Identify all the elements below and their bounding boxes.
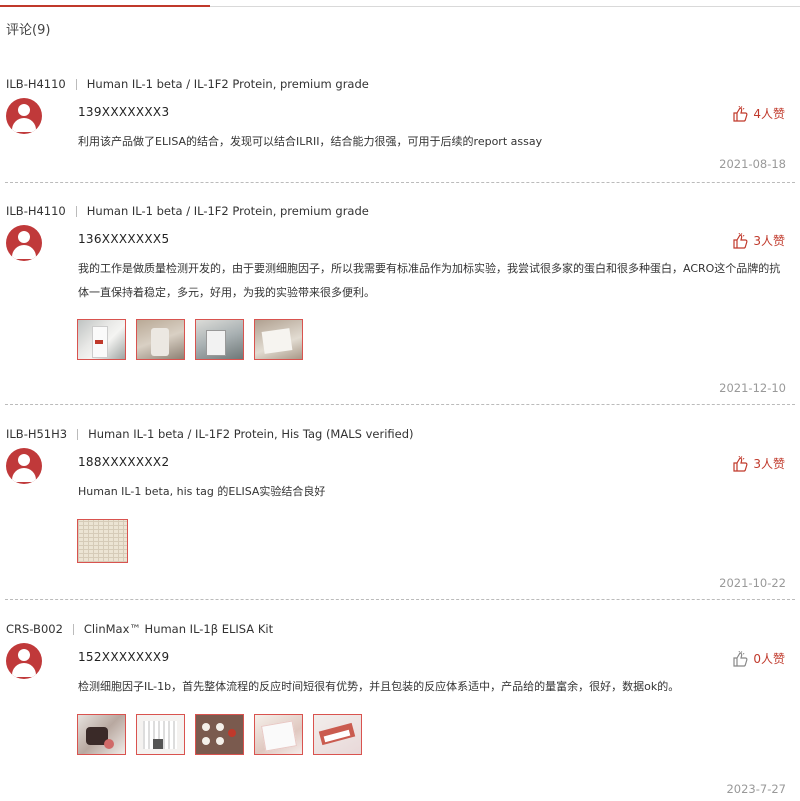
review-image-thumbnail[interactable]: [254, 319, 303, 360]
review-date: 2021-08-18: [719, 157, 786, 171]
reviewer-name: 139XXXXXXX3: [78, 105, 170, 119]
product-name: Human IL-1 beta / IL-1F2 Protein, premiu…: [86, 204, 369, 218]
review-image-thumbnail[interactable]: [77, 319, 126, 360]
thumbs-up-icon: [733, 455, 748, 472]
separator: [77, 428, 79, 440]
review-product[interactable]: ILB-H4110 Human IL-1 beta / IL-1F2 Prote…: [6, 77, 369, 91]
reviewer-name: 152XXXXXXX9: [78, 650, 170, 664]
review-date: 2021-10-22: [719, 576, 786, 590]
review-image-thumbnail[interactable]: [195, 714, 244, 755]
like-count: 4人赞: [753, 107, 785, 121]
review-image-thumbnail[interactable]: [254, 714, 303, 755]
separator: [75, 205, 77, 217]
product-sku: ILB-H4110: [6, 77, 66, 91]
thumbs-up-icon: [733, 650, 748, 667]
separator: [75, 78, 77, 90]
review-image-thumbnail[interactable]: [195, 319, 244, 360]
user-avatar-icon: [6, 98, 42, 134]
like-count: 3人赞: [753, 234, 785, 248]
review-divider: [5, 599, 795, 600]
review-image-thumbnail[interactable]: [313, 714, 362, 755]
product-sku: ILB-H51H3: [6, 427, 68, 441]
like-count: 0人赞: [753, 652, 785, 666]
product-sku: ILB-H4110: [6, 204, 66, 218]
product-name: Human IL-1 beta / IL-1F2 Protein, premiu…: [86, 77, 369, 91]
review-product[interactable]: CRS-B002 ClinMax™ Human IL-1β ELISA Kit: [6, 622, 273, 636]
review-product[interactable]: ILB-H4110 Human IL-1 beta / IL-1F2 Prote…: [6, 204, 369, 218]
product-name: Human IL-1 beta / IL-1F2 Protein, His Ta…: [88, 427, 414, 441]
like-button[interactable]: 0人赞: [732, 650, 785, 667]
user-avatar-icon: [6, 448, 42, 484]
user-avatar-icon: [6, 225, 42, 261]
review-date: 2021-12-10: [719, 381, 786, 395]
like-count: 3人赞: [753, 457, 785, 471]
review-images: [77, 714, 372, 755]
product-sku: CRS-B002: [6, 622, 63, 636]
review-images: [77, 319, 313, 360]
like-button[interactable]: 4人赞: [732, 105, 785, 122]
product-name: ClinMax™ Human IL-1β ELISA Kit: [83, 622, 274, 636]
review-product[interactable]: ILB-H51H3 Human IL-1 beta / IL-1F2 Prote…: [6, 427, 414, 441]
review-divider: [5, 404, 795, 405]
user-avatar-icon: [6, 643, 42, 679]
review-date: 2023-7-27: [726, 782, 786, 796]
like-button[interactable]: 3人赞: [732, 455, 785, 472]
review-image-thumbnail[interactable]: [136, 714, 185, 755]
active-tab-indicator: [0, 5, 210, 7]
comments-title: 评论(9): [6, 23, 51, 38]
review-text: 检测细胞因子IL-1b，首先整体流程的反应时间短很有优势，并且包装的反应体系适中…: [78, 680, 680, 693]
reviewer-name: 136XXXXXXX5: [78, 232, 170, 246]
review-divider: [5, 182, 795, 183]
like-button[interactable]: 3人赞: [732, 232, 785, 249]
review-images: [77, 519, 138, 563]
review-image-thumbnail[interactable]: [77, 714, 126, 755]
review-text: Human IL-1 beta, his tag 的ELISA实验结合良好: [78, 485, 326, 498]
review-image-thumbnail[interactable]: [136, 319, 185, 360]
review-text: 利用该产品做了ELISA的结合，发现可以结合ILRII，结合能力很强，可用于后续…: [78, 135, 543, 148]
reviewer-name: 188XXXXXXX2: [78, 455, 170, 469]
thumbs-up-icon: [733, 232, 748, 249]
thumbs-up-icon: [733, 105, 748, 122]
separator: [72, 623, 74, 635]
review-image-thumbnail[interactable]: [77, 519, 128, 563]
review-text: 我的工作是做质量检测开发的，由于要测细胞因子，所以我需要有标准品作为加标实验，我…: [78, 262, 781, 299]
